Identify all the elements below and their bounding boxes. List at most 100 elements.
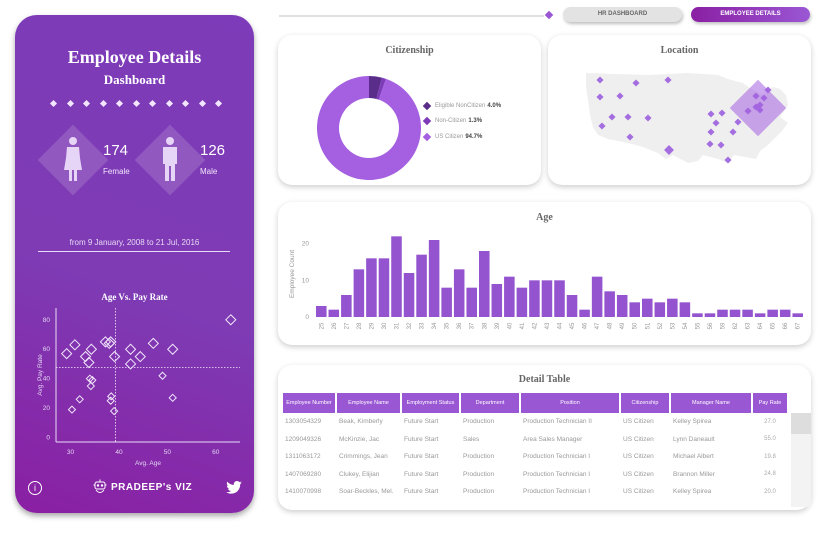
brand-logo[interactable]: PRADEEP's VIZ [93, 479, 192, 495]
table-row[interactable]: 1303054329 Beak, Kimberly Future Start Prod… [283, 413, 787, 431]
age-bar-67[interactable] [792, 313, 803, 317]
age-bar-39[interactable] [491, 284, 503, 317]
x-tick-label: 41 [520, 322, 526, 329]
age-bar-54[interactable] [679, 302, 691, 317]
legend-us-citizen[interactable]: US Citizen 94.7% [422, 132, 482, 142]
age-bar-50[interactable] [629, 302, 640, 317]
panel-title: Employee Details [67, 47, 202, 67]
age-bar-44[interactable] [554, 280, 565, 317]
x-tick-label: 40 [115, 449, 123, 456]
col-employment-status[interactable]: Employment Status [402, 393, 459, 413]
scatter-point[interactable] [168, 393, 177, 403]
age-bar-34[interactable] [428, 240, 440, 317]
age-bar-35[interactable] [441, 287, 452, 317]
info-icon[interactable]: i [28, 481, 42, 495]
table-cell: US Citizen [623, 470, 654, 478]
age-bar-25[interactable] [316, 306, 327, 317]
x-tick-label: 66 [783, 322, 789, 329]
age-bar-30[interactable] [378, 258, 390, 317]
scatter-point[interactable] [109, 406, 119, 416]
table-row[interactable]: 1311063172 Crimmings, Jean Future Start Pro… [283, 448, 787, 466]
age-bar-63[interactable] [742, 309, 753, 317]
legend-non-citizen[interactable]: Non-Citizen 1.3% [422, 116, 482, 126]
scatter-point[interactable] [147, 337, 160, 350]
age-bar-47[interactable] [591, 276, 603, 317]
table-row[interactable]: 1209049326 McKinzie, Jac Future Start Sales… [283, 431, 787, 449]
citizenship-donut [317, 76, 421, 180]
table-cell: Area Sales Manager [523, 435, 583, 443]
age-bar-51[interactable] [642, 298, 653, 317]
scatter-point[interactable] [134, 350, 146, 363]
age-bar-43[interactable] [541, 280, 553, 317]
age-bar-42[interactable] [529, 280, 540, 317]
twitter-icon[interactable] [226, 481, 242, 494]
employee-details-button[interactable]: EMPLOYEE DETAILS [691, 7, 810, 22]
age-bar-59[interactable] [717, 309, 728, 317]
table-row[interactable]: 1407069280 Clukey, Elijian Future Start Pro… [283, 466, 787, 484]
age-bar-38[interactable] [479, 251, 490, 317]
age-bar-46[interactable] [579, 309, 590, 317]
donut-slice-us-citizen[interactable] [317, 76, 421, 180]
age-bar-32[interactable] [403, 273, 415, 317]
col-employee-number[interactable]: Employee Number [283, 393, 335, 413]
age-bar-33[interactable] [416, 254, 427, 317]
col-pay-rate[interactable]: Pay Rate [753, 393, 787, 413]
age-bar-45[interactable] [566, 295, 578, 317]
x-tick-label: 60 [212, 449, 220, 456]
age-bar-29[interactable] [366, 258, 377, 317]
hr-dashboard-button[interactable]: HR DASHBOARD [563, 7, 682, 22]
age-bar-27[interactable] [341, 295, 352, 317]
age-bar-55[interactable] [692, 313, 703, 317]
scatter-point[interactable] [225, 314, 237, 326]
legend-diamond-icon [422, 132, 432, 142]
table-row[interactable]: 1410070998 Soar-Beckles, Mel. Future Start… [283, 483, 787, 501]
col-department[interactable]: Department [461, 393, 519, 413]
female-icon [64, 137, 82, 181]
legend-eligible-noncitizen[interactable]: Eligible NonCitizen 4.0% [422, 101, 501, 111]
age-bar-64[interactable] [754, 313, 766, 317]
us-map[interactable] [548, 35, 811, 185]
scatter-point[interactable] [83, 356, 95, 369]
scatter-point[interactable] [158, 371, 167, 380]
scatter-point[interactable] [60, 347, 73, 360]
age-bar-56[interactable] [704, 313, 716, 317]
scrollbar-thumb[interactable] [791, 413, 811, 434]
age-bar-31[interactable] [391, 236, 402, 317]
table-cell: Future Start [404, 453, 439, 461]
x-tick-label: 32 [407, 322, 413, 329]
scatter-point[interactable] [69, 339, 81, 351]
scatter-point[interactable] [166, 343, 179, 355]
scatter-point[interactable] [85, 343, 98, 355]
scatter-point[interactable] [86, 381, 96, 391]
age-bar-49[interactable] [616, 295, 628, 317]
age-bar-28[interactable] [353, 269, 365, 317]
col-manager-name[interactable]: Manager Name [671, 393, 751, 413]
age-bar-26[interactable] [328, 309, 340, 317]
age-bar-62[interactable] [729, 309, 741, 317]
scatter-point[interactable] [75, 395, 84, 404]
age-bar-37[interactable] [466, 287, 477, 317]
age-bar-36[interactable] [453, 269, 465, 317]
scatter-point[interactable] [108, 350, 121, 363]
col-position[interactable]: Position [521, 393, 619, 413]
y-tick-label: 60 [43, 346, 51, 353]
y-tick-label: 20 [43, 405, 51, 412]
table-cell: Production [463, 453, 495, 461]
x-tick-label: 38 [482, 322, 488, 329]
age-bar-53[interactable] [667, 298, 678, 317]
age-bar-65[interactable] [767, 309, 778, 317]
age-bar-48[interactable] [604, 291, 615, 317]
age-bar-41[interactable] [516, 287, 528, 317]
table-cell: Clukey, Elijian [339, 470, 380, 478]
table-scrollbar[interactable] [791, 413, 811, 507]
x-tick-label: 67 [796, 322, 802, 329]
x-tick-label: 42 [532, 322, 538, 329]
age-bar-66[interactable] [779, 309, 791, 317]
age-bar-52[interactable] [654, 302, 666, 317]
col-citizenship[interactable]: Citizenship [621, 393, 669, 413]
scatter-point[interactable] [79, 350, 92, 363]
scatter-point[interactable] [67, 405, 77, 414]
age-bar-40[interactable] [504, 276, 515, 317]
scatter-point[interactable] [124, 343, 137, 355]
col-employee-name[interactable]: Employee Name [337, 393, 400, 413]
